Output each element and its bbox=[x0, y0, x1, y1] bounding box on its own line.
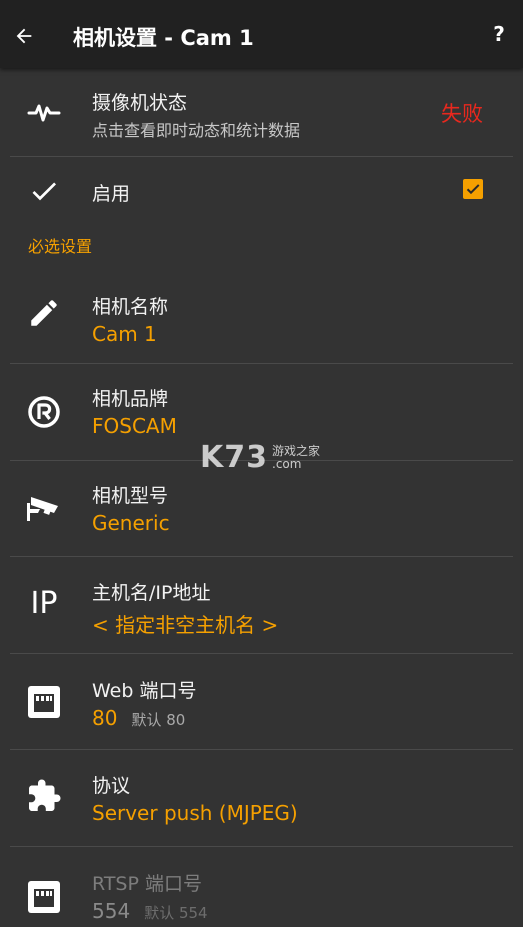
setting-title: 相机品牌 bbox=[92, 388, 169, 410]
activity-pulse-icon bbox=[24, 92, 64, 132]
security-camera-icon bbox=[24, 489, 64, 529]
watermark-logo-text: K73 bbox=[200, 440, 268, 475]
ethernet-port-icon bbox=[24, 682, 64, 722]
required-section: 必选设置 bbox=[0, 225, 523, 271]
setting-value-row: 554 默认 554 bbox=[92, 899, 208, 923]
camera-status-title: 摄像机状态 bbox=[92, 92, 188, 114]
setting-title: 相机型号 bbox=[92, 485, 169, 507]
setting-value: Generic bbox=[92, 511, 170, 535]
check-icon bbox=[24, 171, 64, 211]
setting-row-hostname[interactable]: IP 主机名/IP地址 < 指定非空主机名 > bbox=[0, 557, 523, 654]
enable-row[interactable]: 启用 bbox=[0, 157, 523, 225]
app-bar: 相机设置 - Cam 1 ? bbox=[0, 0, 523, 68]
back-button[interactable] bbox=[8, 20, 40, 52]
setting-value: 554 bbox=[92, 899, 131, 923]
setting-row-camera-name[interactable]: 相机名称 Cam 1 bbox=[0, 271, 523, 364]
section-header: 必选设置 bbox=[28, 237, 93, 256]
setting-title: RTSP 端口号 bbox=[92, 873, 202, 895]
setting-value: Cam 1 bbox=[92, 322, 157, 346]
setting-value: 80 bbox=[92, 706, 118, 730]
settings-list: 摄像机状态 点击查看即时动态和统计数据 失败 启用 必选设置 相机名称 Cam … bbox=[0, 68, 523, 927]
default-hint: 默认 80 bbox=[131, 711, 186, 729]
camera-status-row[interactable]: 摄像机状态 点击查看即时动态和统计数据 失败 bbox=[0, 68, 523, 157]
page-title: 相机设置 - Cam 1 bbox=[73, 26, 254, 50]
arrow-left-icon bbox=[16, 28, 32, 44]
enable-label: 启用 bbox=[92, 183, 131, 205]
setting-row-rtsp-port[interactable]: RTSP 端口号 554 默认 554 bbox=[0, 847, 523, 927]
enable-checkbox[interactable] bbox=[463, 179, 483, 199]
setting-row-web-port[interactable]: Web 端口号 80 默认 80 bbox=[0, 654, 523, 750]
watermark-site: 游戏之家 .com bbox=[272, 443, 321, 471]
setting-title: 协议 bbox=[92, 775, 131, 797]
setting-row-protocol[interactable]: 协议 Server push (MJPEG) bbox=[0, 750, 523, 847]
watermark-logo: K73 游戏之家 .com bbox=[200, 440, 320, 475]
ip-icon: IP bbox=[30, 585, 58, 621]
watermark-line1: 游戏之家 bbox=[272, 443, 321, 458]
camera-status-subtitle: 点击查看即时动态和统计数据 bbox=[92, 121, 301, 140]
setting-row-camera-model[interactable]: 相机型号 Generic bbox=[0, 461, 523, 557]
setting-value: Server push (MJPEG) bbox=[92, 801, 298, 825]
ethernet-port-icon bbox=[24, 877, 64, 917]
puzzle-piece-icon bbox=[24, 776, 64, 816]
setting-title: 相机名称 bbox=[92, 296, 169, 318]
setting-title: Web 端口号 bbox=[92, 680, 197, 702]
setting-value: < 指定非空主机名 > bbox=[92, 613, 279, 637]
watermark-line2: .com bbox=[272, 456, 302, 471]
default-hint: 默认 554 bbox=[144, 904, 208, 922]
pencil-icon bbox=[24, 293, 64, 333]
setting-value-row: 80 默认 80 bbox=[92, 706, 185, 730]
help-button[interactable]: ? bbox=[487, 22, 511, 46]
setting-title: 主机名/IP地址 bbox=[92, 582, 211, 604]
registered-trademark-icon bbox=[24, 392, 64, 432]
checkbox-check-icon bbox=[466, 184, 480, 195]
status-badge: 失败 bbox=[441, 102, 483, 126]
setting-value: FOSCAM bbox=[92, 414, 177, 438]
